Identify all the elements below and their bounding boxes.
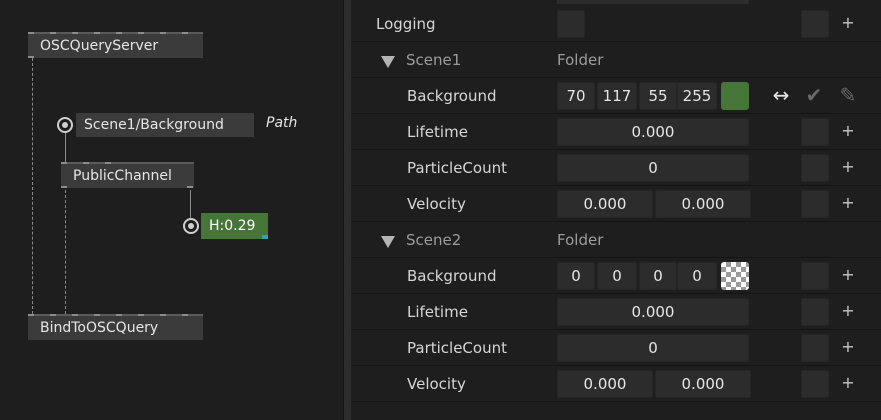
property-label: Velocity	[407, 375, 466, 393]
lifetime-field[interactable]: 0.000	[557, 298, 749, 326]
row-scene1-folder[interactable]: Scene1 Folder	[351, 42, 881, 78]
property-label: Background	[407, 267, 497, 285]
velocity-x-field[interactable]: 0.000	[557, 370, 653, 398]
transparent-color-swatch[interactable]	[721, 262, 749, 290]
add-icon[interactable]: +	[841, 260, 855, 290]
velocity-y-field[interactable]: 0.000	[655, 190, 751, 218]
particlecount-toggle[interactable]	[801, 334, 829, 362]
hue-value-box[interactable]: H:0.29	[201, 213, 268, 239]
color-g-field[interactable]: 117	[597, 82, 637, 110]
logging-label: Logging	[376, 15, 436, 33]
check-icon[interactable]: ✔	[802, 80, 826, 110]
expand-triangle-icon[interactable]	[381, 56, 395, 68]
color-r-field[interactable]: 0	[557, 262, 595, 290]
velocity-toggle[interactable]	[801, 370, 829, 398]
folder-name: Scene1	[406, 51, 462, 69]
add-icon[interactable]: +	[841, 368, 855, 398]
lifetime-toggle[interactable]	[801, 298, 829, 326]
iobox-path[interactable]: Scene1/Background	[76, 113, 254, 137]
particlecount-field[interactable]: 0	[557, 334, 749, 362]
node-title: OSCQueryServer	[40, 38, 159, 54]
pencil-icon[interactable]: ✎	[836, 80, 860, 110]
folder-name: Scene2	[406, 231, 462, 249]
lifetime-toggle[interactable]	[801, 118, 829, 146]
property-label: ParticleCount	[407, 339, 507, 357]
wire-path-to-channel	[65, 132, 66, 162]
row-scene1-background: Background 70 117 55 255 ↔ ✔ ✎	[351, 78, 881, 114]
wire-channel-to-bind	[65, 190, 66, 314]
hue-value: H:0.29	[209, 218, 256, 234]
row-scene2-background: Background 0 0 0 0 +	[351, 258, 881, 294]
color-b-field[interactable]: 55	[639, 82, 677, 110]
wire-channel-to-hue	[190, 190, 191, 218]
folder-type: Folder	[557, 231, 604, 249]
inspector-panel: Logging + Scene1 Folder Background 70 11…	[351, 0, 881, 420]
velocity-x-field[interactable]: 0.000	[557, 190, 653, 218]
property-label: ParticleCount	[407, 159, 507, 177]
folder-type: Folder	[557, 51, 604, 69]
logging-toggle[interactable]	[557, 10, 585, 38]
row-scene2-particlecount: ParticleCount 0 +	[351, 330, 881, 366]
property-label: Velocity	[407, 195, 466, 213]
expand-triangle-icon[interactable]	[381, 236, 395, 248]
node-title: PublicChannel	[73, 168, 172, 184]
bind-arrows-icon[interactable]: ↔	[769, 80, 793, 110]
color-b-field[interactable]: 0	[639, 262, 677, 290]
node-osc-query-server[interactable]: OSCQueryServer	[28, 32, 203, 58]
add-icon[interactable]: +	[841, 296, 855, 326]
color-a-field[interactable]: 255	[677, 82, 717, 110]
node-title: BindToOSCQuery	[40, 320, 159, 336]
row-scene2-velocity: Velocity 0.000 0.000 +	[351, 366, 881, 402]
row-scene1-lifetime: Lifetime 0.000 +	[351, 114, 881, 150]
lifetime-field[interactable]: 0.000	[557, 118, 749, 146]
property-label: Lifetime	[407, 123, 468, 141]
add-icon[interactable]: +	[841, 152, 855, 182]
add-icon[interactable]: +	[841, 8, 855, 38]
add-icon[interactable]: +	[841, 332, 855, 362]
color-g-field[interactable]: 0	[597, 262, 637, 290]
color-r-field[interactable]: 70	[557, 82, 595, 110]
row-scene2-lifetime: Lifetime 0.000 +	[351, 294, 881, 330]
node-bind-to-osc-query[interactable]: BindToOSCQuery	[28, 314, 203, 340]
color-swatch[interactable]	[721, 82, 749, 110]
iobox-path-value: Scene1/Background	[84, 117, 224, 133]
velocity-y-field[interactable]: 0.000	[655, 370, 751, 398]
row-stub	[351, 0, 881, 4]
property-label: Background	[407, 87, 497, 105]
row-scene2-folder[interactable]: Scene2 Folder	[351, 222, 881, 258]
patch-canvas[interactable]: OSCQueryServer Scene1/Background Path Pu…	[0, 0, 343, 420]
node-public-channel[interactable]: PublicChannel	[61, 162, 194, 188]
hue-pin[interactable]	[183, 218, 199, 234]
panel-splitter[interactable]	[343, 0, 351, 420]
wire-server-to-bind	[32, 58, 33, 314]
comment-path: Path	[266, 115, 298, 131]
iobox-path-pin[interactable]	[57, 117, 73, 133]
add-icon[interactable]: +	[841, 188, 855, 218]
row-logging: Logging +	[351, 6, 881, 42]
row-scene1-velocity: Velocity 0.000 0.000 +	[351, 186, 881, 222]
logging-extra-toggle[interactable]	[801, 10, 829, 38]
property-label: Lifetime	[407, 303, 468, 321]
add-icon[interactable]: +	[841, 116, 855, 146]
row-scene1-particlecount: ParticleCount 0 +	[351, 150, 881, 186]
particlecount-toggle[interactable]	[801, 154, 829, 182]
background-toggle[interactable]	[801, 262, 829, 290]
particlecount-field[interactable]: 0	[557, 154, 749, 182]
velocity-toggle[interactable]	[801, 190, 829, 218]
color-a-field[interactable]: 0	[677, 262, 717, 290]
